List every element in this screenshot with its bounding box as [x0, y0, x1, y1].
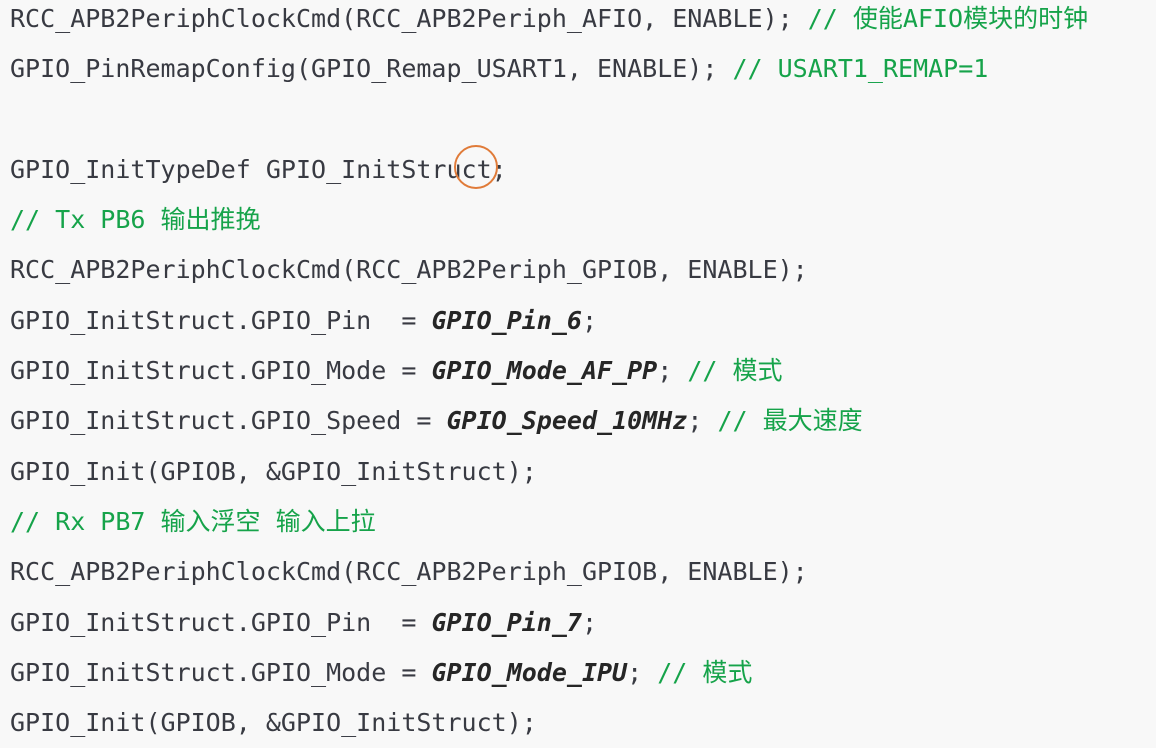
code-line: RCC_APB2PeriphClockCmd(RCC_APB2Periph_AF…	[10, 0, 1088, 44]
code-line: GPIO_InitTypeDef GPIO_InitStruct;	[10, 145, 1088, 195]
code-line: GPIO_InitStruct.GPIO_Mode = GPIO_Mode_IP…	[10, 648, 1088, 698]
code-text: RCC_APB2PeriphClockCmd(RCC_APB2Periph_GP…	[10, 557, 808, 587]
code-text: ;	[581, 305, 598, 335]
code-text: GPIO_InitStruct.GPIO_Pin =	[10, 607, 432, 637]
code-text: ;	[687, 406, 718, 436]
code-constant: GPIO_Mode_AF_PP	[431, 356, 658, 386]
code-line: RCC_APB2PeriphClockCmd(RCC_APB2Periph_GP…	[10, 245, 1088, 295]
code-line: // Tx PB6 输出推挽	[10, 195, 1088, 245]
code-text: RCC_APB2PeriphClockCmd(RCC_APB2Periph_AF…	[10, 4, 808, 33]
code-comment: // 使能AFIO模块的时钟	[807, 4, 1089, 33]
code-line: GPIO_PinRemapConfig(GPIO_Remap_USART1, E…	[10, 44, 1088, 94]
code-text: GPIO_PinRemapConfig(GPIO_Remap_USART1, E…	[10, 54, 733, 84]
code-text: GPIO_InitStruct.GPIO_Speed =	[10, 406, 447, 436]
code-text: GPIO_InitStruct.GPIO_Mode =	[10, 657, 432, 687]
code-text: GPIO_Init(GPIOB, &GPIO_InitStruct);	[10, 708, 537, 738]
code-text: ;	[657, 356, 688, 386]
code-text: RCC_APB2PeriphClockCmd(RCC_APB2Periph_GP…	[10, 255, 808, 285]
code-comment: // 模式	[687, 356, 783, 386]
code-line: GPIO_InitStruct.GPIO_Mode = GPIO_Mode_AF…	[10, 346, 1088, 396]
code-line: GPIO_Init(GPIOB, &GPIO_InitStruct);	[10, 447, 1088, 497]
code-text: GPIO_Init(GPIOB, &GPIO_InitStruct);	[10, 456, 537, 486]
code-comment: // Tx PB6 输出推挽	[10, 205, 261, 235]
code-constant: GPIO_Pin_6	[431, 305, 582, 335]
code-constant: GPIO_Mode_IPU	[431, 657, 628, 687]
code-line: RCC_APB2PeriphClockCmd(RCC_APB2Periph_GP…	[10, 547, 1088, 597]
code-line: GPIO_InitStruct.GPIO_Pin = GPIO_Pin_7;	[10, 598, 1088, 648]
code-comment: // 模式	[657, 657, 753, 687]
code-text: GPIO_InitStruct.GPIO_Mode =	[10, 356, 432, 386]
code-comment: // USART1_REMAP=1	[732, 54, 989, 84]
code-constant: GPIO_Speed_10MHz	[446, 406, 688, 436]
code-line: GPIO_InitStruct.GPIO_Pin = GPIO_Pin_6;	[10, 296, 1088, 346]
code-text: ;	[627, 657, 658, 687]
code-comment: // Rx PB7 输入浮空 输入上拉	[10, 506, 376, 536]
code-comment: // 最大速度	[717, 406, 863, 436]
code-text: GPIO_InitTypeDef GPIO_InitStruct;	[10, 154, 507, 184]
code-line: GPIO_InitStruct.GPIO_Speed = GPIO_Speed_…	[10, 396, 1088, 446]
code-line: GPIO_Init(GPIOB, &GPIO_InitStruct);	[10, 698, 1088, 748]
code-text: GPIO_InitStruct.GPIO_Pin =	[10, 305, 432, 335]
code-constant: GPIO_Pin_7	[431, 607, 582, 637]
code-text: ;	[581, 607, 598, 637]
code-line: // Rx PB7 输入浮空 输入上拉	[10, 497, 1088, 547]
code-block[interactable]: RCC_APB2PeriphClockCmd(RCC_APB2Periph_AF…	[10, 0, 1088, 748]
